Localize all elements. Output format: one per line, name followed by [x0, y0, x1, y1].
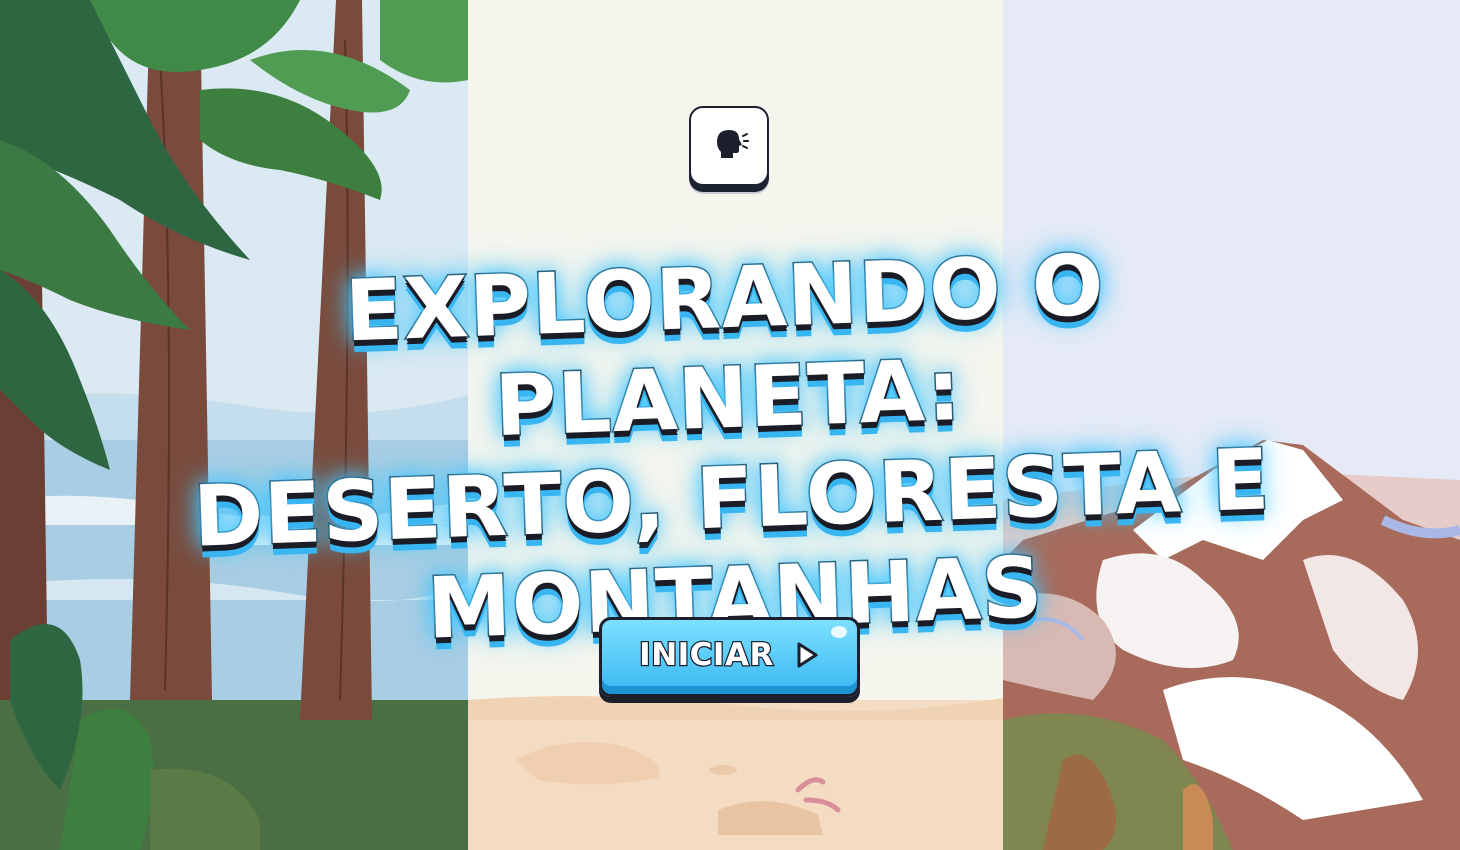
speaking-head-icon: [709, 124, 749, 168]
play-triangle-icon: [794, 640, 820, 674]
start-button[interactable]: INICIAR: [599, 617, 860, 697]
start-button-label: INICIAR: [638, 636, 775, 675]
title-line-1: EXPLORANDO O PLANETA:: [342, 234, 1107, 456]
button-gloss: [831, 626, 847, 638]
page-title: EXPLORANDO O PLANETA: DESERTO, FLORESTA …: [143, 228, 1316, 668]
speak-button[interactable]: [689, 106, 769, 186]
